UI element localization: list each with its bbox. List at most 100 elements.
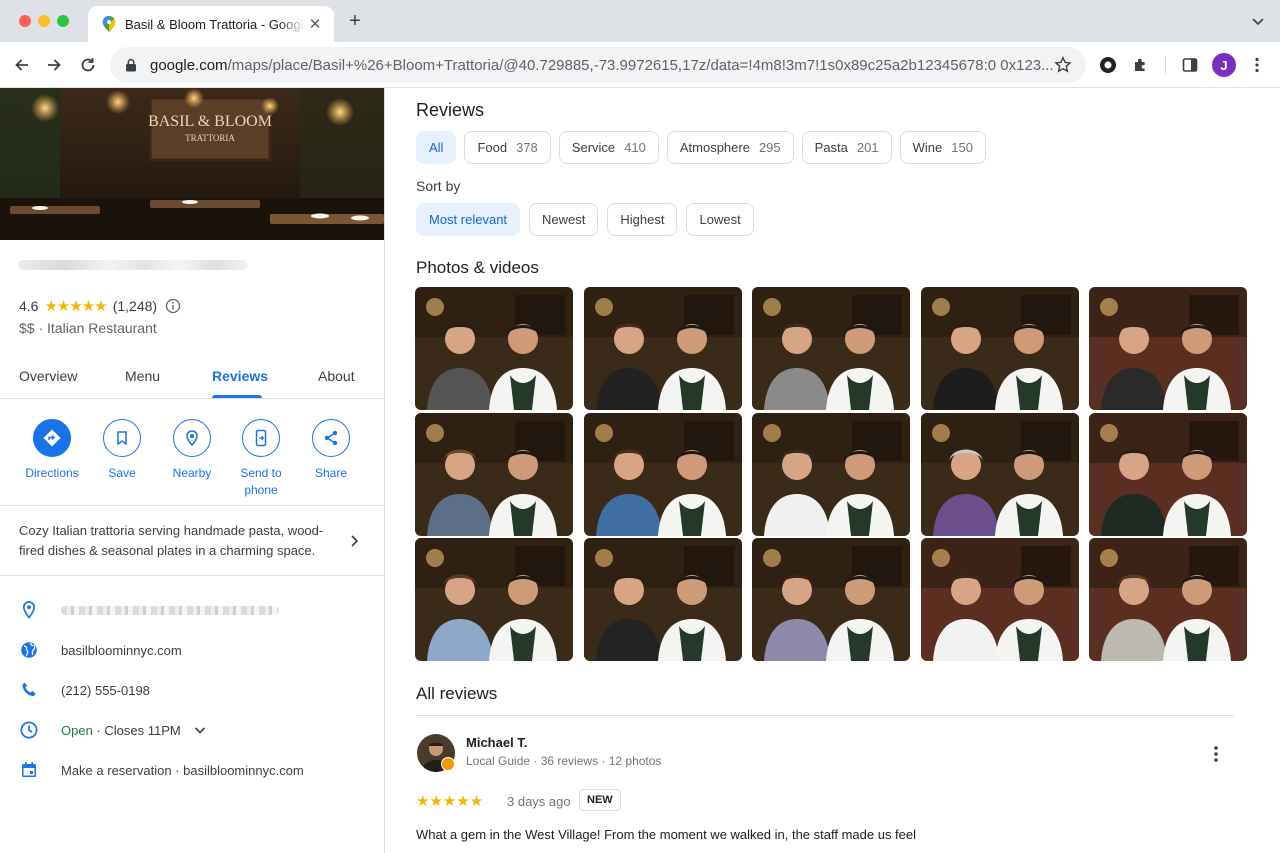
review-topic-chips: All Food 378 Service 410 Atmosphere 295 Pas… <box>416 131 986 164</box>
reservation-link[interactable]: Make a reservation · basilbloominnyc.com <box>61 763 304 778</box>
blurred-place-name <box>18 260 248 270</box>
side-panel-button[interactable] <box>1177 52 1203 78</box>
review-photo[interactable] <box>583 538 742 661</box>
place-panel: BASIL & BLOOM TRATTORIA 4.6 ★★★★★ (1,248… <box>0 88 385 853</box>
tab-reviews[interactable]: Reviews <box>212 368 268 384</box>
review-photo[interactable] <box>752 412 910 536</box>
directions-button[interactable]: Directions <box>17 419 87 482</box>
review-photo[interactable] <box>920 287 1079 410</box>
extensions-menu-button[interactable] <box>1128 52 1154 78</box>
review-time: 3 days ago <box>507 794 571 809</box>
category-row: $$ · Italian Restaurant <box>19 320 157 336</box>
place-description[interactable]: Cozy Italian trattoria serving handmade … <box>19 521 339 561</box>
chip-atmosphere[interactable]: Atmosphere 295 <box>666 131 794 164</box>
reviews-heading: Reviews <box>416 100 485 120</box>
clock-icon <box>20 721 38 739</box>
share-button[interactable]: Share <box>296 419 366 482</box>
nearby-icon <box>186 430 198 447</box>
tab-close-icon[interactable]: ✕ <box>306 15 324 33</box>
review-count[interactable]: (1,248) <box>113 298 157 314</box>
phone-send-icon <box>255 429 267 447</box>
browser-menu-button[interactable] <box>1244 52 1270 78</box>
tab-overview[interactable]: Overview <box>19 368 77 384</box>
share-icon <box>324 430 338 446</box>
chip-pasta[interactable]: Pasta 201 <box>801 131 892 164</box>
chevron-right-icon[interactable] <box>346 533 362 549</box>
phone-number[interactable]: (212) 555-0198 <box>61 683 150 698</box>
category-link[interactable]: Italian Restaurant <box>47 320 157 336</box>
review-photo[interactable] <box>415 287 573 410</box>
chip-service[interactable]: Service 410 <box>558 131 659 164</box>
review-photo[interactable] <box>920 412 1079 536</box>
rating-stars: ★★★★★ <box>44 298 107 315</box>
review-photo[interactable] <box>1089 287 1247 410</box>
hours-row[interactable]: Open · Closes 11PM <box>0 710 384 750</box>
review-text: What a gem in the West Village! From the… <box>416 827 917 842</box>
sort-highest[interactable]: Highest <box>607 203 678 236</box>
sort-newest[interactable]: Newest <box>529 203 599 236</box>
sort-most-relevant[interactable]: Most relevant <box>416 203 521 236</box>
sort-options: Most relevant Newest Highest Lowest <box>416 203 754 236</box>
review-photo[interactable] <box>583 287 742 410</box>
chip-wine[interactable]: Wine 150 <box>899 131 986 164</box>
reviewer-name[interactable]: Michael T. <box>466 735 527 750</box>
review-photo[interactable] <box>1089 412 1247 536</box>
maps-page: BASIL & BLOOM TRATTORIA 4.6 ★★★★★ (1,248… <box>0 88 1280 853</box>
closing-time: · Closes 11PM <box>92 722 181 738</box>
hero-sign-line2: TRATTORIA <box>185 133 235 143</box>
globe-icon <box>21 642 37 658</box>
tab-menu[interactable]: Menu <box>125 368 160 384</box>
reviews-panel: Reviews All Food 378 Service 410 Atmospher… <box>386 88 1280 853</box>
address-bar[interactable]: google.com/maps/place/Basil+%26+Bloom+Tr… <box>110 47 1086 83</box>
place-tabs: Overview Menu Reviews About <box>0 358 384 399</box>
review-photo[interactable] <box>752 538 910 661</box>
review-photo[interactable] <box>415 538 573 661</box>
price-level: $$ <box>19 320 35 336</box>
toolbar-divider <box>1165 56 1166 74</box>
lock-icon[interactable] <box>124 58 138 72</box>
review-photo[interactable] <box>1089 538 1247 661</box>
reload-button[interactable] <box>75 52 101 78</box>
back-button[interactable] <box>9 52 35 78</box>
profile-avatar[interactable]: J <box>1212 53 1236 77</box>
browser-tab[interactable]: Basil & Bloom Trattoria - Google Maps ✕ <box>88 6 334 42</box>
info-icon[interactable] <box>165 298 181 314</box>
website-link[interactable]: basilbloominnyc.com <box>61 643 182 658</box>
phone-row[interactable]: (212) 555-0198 <box>0 670 384 710</box>
divider <box>0 575 384 576</box>
review-photo[interactable] <box>752 287 910 410</box>
minimize-window-button[interactable] <box>38 15 50 27</box>
chip-all[interactable]: All <box>416 131 457 164</box>
chevron-down-icon[interactable] <box>193 723 207 737</box>
website-row[interactable]: basilbloominnyc.com <box>0 630 384 670</box>
address-row[interactable] <box>0 590 384 630</box>
bookmark-icon <box>117 431 127 446</box>
save-button[interactable]: Save <box>87 419 157 482</box>
new-tab-button[interactable]: + <box>344 11 366 33</box>
maximize-window-button[interactable] <box>57 15 69 27</box>
reviewer-meta: Local Guide · 36 reviews · 12 photos <box>466 754 662 768</box>
location-pin-icon <box>22 601 36 619</box>
tab-about[interactable]: About <box>318 368 355 384</box>
sort-lowest[interactable]: Lowest <box>686 203 754 236</box>
restaurant-hero-photo[interactable]: BASIL & BLOOM TRATTORIA <box>0 88 384 240</box>
close-window-button[interactable] <box>19 15 31 27</box>
local-guide-badge-icon <box>441 757 455 771</box>
review-photo[interactable] <box>920 538 1079 661</box>
puzzle-icon <box>1135 58 1145 71</box>
chip-food[interactable]: Food 378 <box>464 131 551 164</box>
open-status: Open <box>61 722 93 738</box>
send-to-phone-button[interactable]: Send to phone <box>226 419 296 499</box>
review-photo[interactable] <box>415 412 573 536</box>
extension-button[interactable] <box>1095 52 1121 78</box>
reservation-row[interactable]: Make a reservation · basilbloominnyc.com <box>0 750 384 790</box>
forward-button[interactable] <box>41 52 67 78</box>
hero-sign-line1: BASIL & BLOOM <box>148 113 272 130</box>
tab-search-chevron-icon[interactable] <box>1250 13 1266 29</box>
reload-icon <box>81 58 95 72</box>
bookmark-star-icon[interactable] <box>1054 56 1072 74</box>
action-buttons: Directions Save Nearby Send to phone Shar… <box>0 419 384 507</box>
nearby-button[interactable]: Nearby <box>157 419 227 482</box>
review-photo[interactable] <box>583 412 742 536</box>
review-more-icon[interactable] <box>1206 744 1226 764</box>
